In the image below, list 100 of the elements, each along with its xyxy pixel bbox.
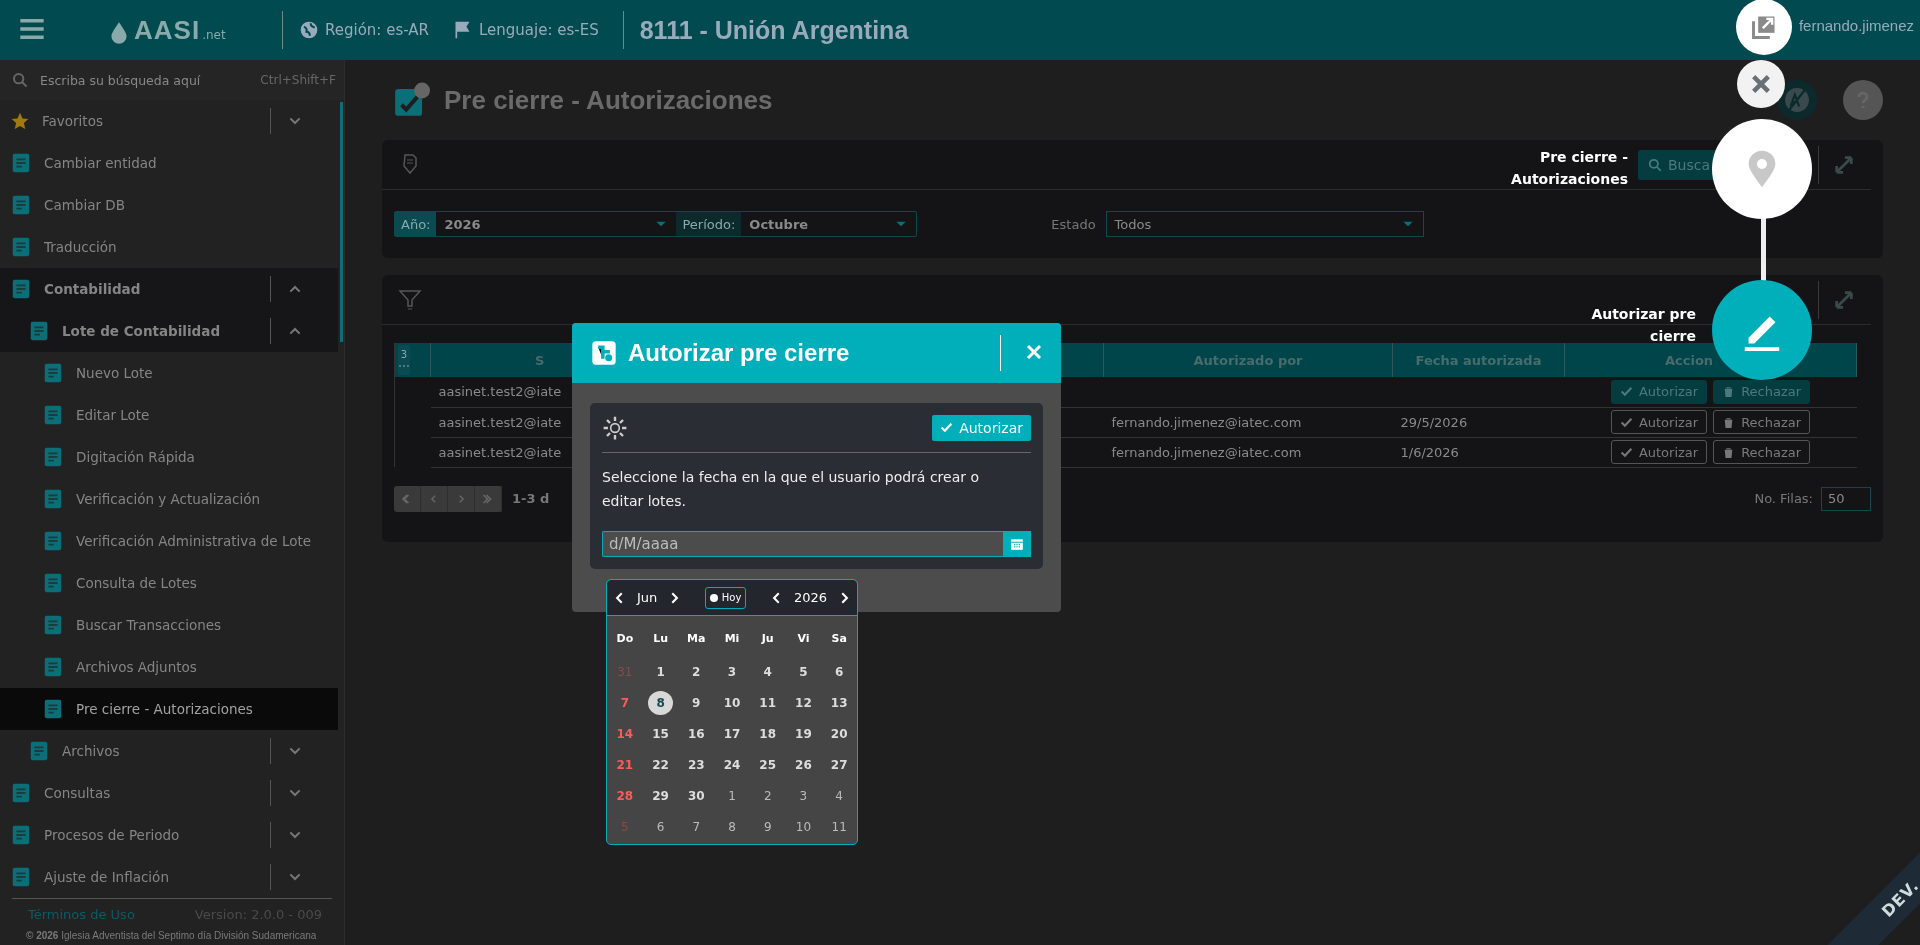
table-cell: aasinet.test2@iate [438, 444, 562, 460]
calendar-day[interactable]: 12 [790, 690, 816, 715]
calendar-day[interactable]: 7 [683, 814, 709, 839]
double-chevron-right-icon [482, 492, 494, 505]
close-tour-button[interactable] [1737, 60, 1785, 108]
sidebar-item[interactable]: Nuevo Lote [0, 352, 338, 394]
calendar-day[interactable]: 8 [719, 814, 745, 839]
calendar-day[interactable]: 23 [683, 752, 709, 777]
calendar-day[interactable]: 22 [648, 752, 674, 777]
calendar-day[interactable]: 11 [826, 814, 852, 839]
calendar-day[interactable]: 25 [755, 752, 781, 777]
sidebar-item[interactable]: Cambiar entidad [0, 142, 338, 184]
calendar-day[interactable]: 7 [612, 690, 638, 715]
translate-button[interactable] [1777, 80, 1817, 120]
calendar-day[interactable]: 1 [648, 659, 674, 684]
calendar-day[interactable]: 3 [790, 783, 816, 808]
calendar-day[interactable]: 14 [612, 721, 638, 746]
sidebar-item[interactable]: Lote de Contabilidad [0, 310, 338, 352]
sidebar-item[interactable]: Verificación Administrativa de Lote [0, 520, 338, 562]
calendar-day[interactable]: 6 [826, 659, 852, 684]
column-header: Accion [1665, 352, 1714, 368]
calendar-day[interactable]: 13 [826, 690, 852, 715]
copyright-text: © 2026 Iglesia Adventista del Septimo día División Sudamericana [26, 930, 317, 941]
calendar-day[interactable]: 17 [719, 721, 745, 746]
page-title: Pre cierre - Autorizaciones [444, 84, 773, 116]
sidebar-item[interactable]: Verificación y Actualización [0, 478, 338, 520]
help-button[interactable] [1843, 80, 1883, 120]
calendar-day[interactable]: 6 [648, 814, 674, 839]
page-size-button[interactable]: 3 [398, 345, 410, 375]
sidebar-item[interactable]: Archivos [0, 730, 338, 772]
weekday-label: Do [616, 631, 634, 645]
calendar-day[interactable]: 10 [719, 690, 745, 715]
sidebar-item[interactable]: Cambiar DB [0, 184, 338, 226]
today-button[interactable]: Hoy [704, 586, 747, 609]
weekday-label: Mi [724, 631, 740, 645]
calendar-day[interactable]: 2 [755, 783, 781, 808]
calendar-day[interactable]: 18 [755, 721, 781, 746]
close-icon [1750, 73, 1772, 95]
close-icon [1025, 342, 1043, 361]
sidebar-item[interactable]: Buscar Transacciones [0, 604, 338, 646]
sidebar-item[interactable]: Procesos de Periodo [0, 814, 338, 856]
authorize-button[interactable]: Autorizar [1610, 410, 1708, 434]
rows-field[interactable]: 50 [1821, 486, 1871, 511]
star-icon [10, 111, 30, 131]
calendar-day[interactable]: 4 [755, 659, 781, 684]
sidebar-item[interactable]: Contabilidad [0, 268, 338, 310]
check-icon [1619, 445, 1633, 459]
calendar-day[interactable]: 30 [683, 783, 709, 808]
calendar-day[interactable]: 11 [755, 690, 781, 715]
calendar-day[interactable]: 26 [790, 752, 816, 777]
sidebar-item[interactable]: Digitación Rápida [0, 436, 338, 478]
year-label[interactable]: 2026 [793, 590, 827, 605]
calendar-day[interactable]: 3 [719, 659, 745, 684]
user-name[interactable]: fernando.jimenez [1798, 17, 1914, 34]
search-field[interactable]: Escriba su búsqueda aquí [40, 72, 249, 88]
calendar-day[interactable]: 15 [648, 721, 674, 746]
calendar-day[interactable]: 1 [719, 783, 745, 808]
calendar-day[interactable]: 10 [790, 814, 816, 839]
calendar-day[interactable]: 24 [719, 752, 745, 777]
scrollbar[interactable] [340, 102, 343, 342]
calendar-day[interactable]: 4 [826, 783, 852, 808]
sidebar-item[interactable]: Ajuste de Inflación [0, 856, 338, 898]
document-icon [10, 866, 32, 888]
sidebar-item[interactable]: Pre cierre - Autorizaciones [0, 688, 338, 730]
date-field[interactable]: d/M/aaaa [602, 531, 1003, 557]
dropdown-field[interactable]: Todos [1105, 211, 1424, 237]
calendar-day[interactable]: 28 [612, 783, 638, 808]
sidebar-item[interactable]: Consultas [0, 772, 338, 814]
calendar-day[interactable]: 27 [826, 752, 852, 777]
calendar-day[interactable]: 2 [683, 659, 709, 684]
calendar-day[interactable]: 19 [790, 721, 816, 746]
logo-text: AASI [134, 14, 201, 46]
calendar-day[interactable]: 20 [826, 721, 852, 746]
sidebar-item[interactable]: Archivos Adjuntos [0, 646, 338, 688]
document-icon [10, 236, 32, 258]
calendar-day[interactable]: 9 [755, 814, 781, 839]
authorize-button[interactable]: Autorizar [932, 414, 1031, 441]
sidebar-item[interactable]: Consulta de Lotes [0, 562, 338, 604]
shortcut-hint: Ctrl+Shift+F [260, 73, 336, 87]
sidebar-item[interactable]: Favoritos [0, 100, 338, 142]
reject-button[interactable]: Rechazar [1713, 410, 1811, 434]
sidebar-item[interactable]: Editar Lote [0, 394, 338, 436]
expand-icon [1833, 153, 1855, 176]
calendar-day[interactable]: 8 [648, 690, 674, 715]
reject-button[interactable]: Rechazar [1713, 440, 1811, 464]
month-label[interactable]: Jun [637, 590, 658, 605]
weekday-label: Lu [653, 631, 668, 645]
calendar-day[interactable]: 9 [683, 690, 709, 715]
filter-icon [398, 287, 422, 312]
calendar-day[interactable]: 5 [790, 659, 816, 684]
sidebar-item[interactable]: Traducción [0, 226, 338, 268]
calendar-day[interactable]: 29 [648, 783, 674, 808]
column-header: Autorizado por [1193, 352, 1303, 368]
calendar-day[interactable]: 21 [612, 752, 638, 777]
authorize-button[interactable]: Autorizar [1610, 440, 1708, 464]
table-cell: fernando.jimenez@iatec.com [1111, 414, 1302, 430]
calendar-day[interactable]: 16 [683, 721, 709, 746]
calendar-button[interactable] [1003, 531, 1031, 557]
search-icon [12, 72, 28, 88]
logo-suffix: .net [202, 27, 226, 42]
